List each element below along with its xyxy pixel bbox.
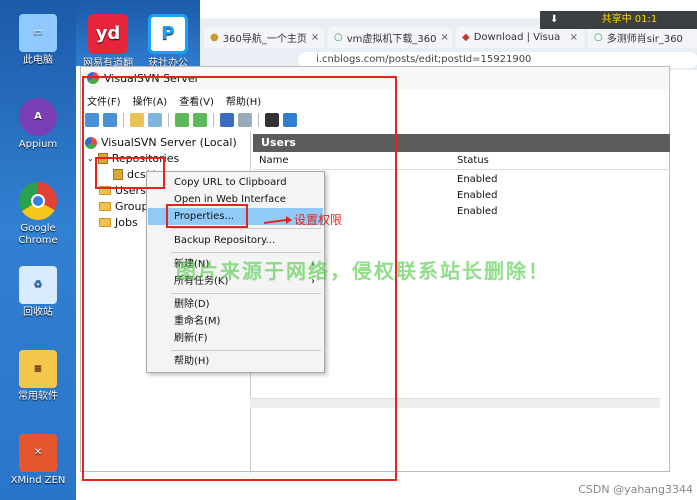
desktop-icon-label: 此电脑 [23,55,53,66]
column-header-status[interactable]: Status [457,155,489,166]
office-icon: P [148,14,188,54]
recycle-bin-icon: ♻ [19,266,57,304]
credit-text: CSDN @yahang3344 [578,483,693,496]
desktop-panel: ▭ 此电脑 A Appium Google Chrome ♻ 回收站 ≡ 常用软… [0,0,76,500]
tab-favicon-icon: ○ [594,31,603,43]
tab-label: vm虚拟机下载_360 [346,33,437,45]
desktop-icon-label: 常用软件 [18,391,58,402]
desktop-icon-xmind[interactable]: ✕ XMind ZEN [0,434,76,487]
row-status[interactable]: Enabled [457,206,497,217]
tab-favicon-icon: ◆ [462,31,470,43]
desktop-icon-appium[interactable]: A Appium [0,98,76,151]
row-status[interactable]: Enabled [457,190,497,201]
desktop-icon-label: 回收站 [23,307,53,318]
office-glyph: P [161,23,175,44]
desktop-icon-this-pc[interactable]: ▭ 此电脑 [0,14,76,67]
tab-close-icon[interactable]: × [570,32,578,43]
desktop-icon-recycle-bin[interactable]: ♻ 回收站 [0,266,76,319]
annotation-repo-box [95,157,165,189]
row-status[interactable]: Enabled [457,174,497,185]
browser-tab-360[interactable]: ● 360导航_一个主页 × [204,26,324,48]
browser-tab-vm[interactable]: ○ vm虚拟机下载_360 × [328,26,452,48]
download-icon[interactable]: ⬇ [550,14,558,25]
computer-icon: ▭ [19,14,57,52]
browser-tab-duoceshi[interactable]: ○ 多测师肖sir_360 [588,26,697,48]
folder-icon: ≡ [19,350,57,388]
annotation-properties-box [166,204,248,228]
desktop-icon-label: XMind ZEN [10,475,66,486]
browser-tab-visualsvn[interactable]: ◆ Download | Visua × [456,26,584,48]
chrome-icon [19,182,57,220]
tab-label: Download | Visua [473,31,561,43]
youdao-glyph: yd [95,23,121,44]
youdao-icon: yd [88,14,128,54]
desktop-icon-common-software[interactable]: ≡ 常用软件 [0,350,76,403]
annotation-text: 设置权限 [294,213,343,227]
tab-label: 多测师肖sir_360 [606,33,683,45]
tab-close-icon[interactable]: × [311,32,319,43]
appium-icon: A [19,98,57,136]
share-text: 共享中 01:1 [601,14,658,25]
xmind-icon: ✕ [19,434,57,472]
tab-favicon-icon: ○ [334,31,343,43]
annotation-arrow-icon [263,216,292,224]
share-indicator: ⬇ 共享中 01:1 [540,11,697,29]
desktop-icon-label: Google Chrome [18,223,58,246]
watermark-text: 图片来源于网络，侵权联系站长删除！ [176,259,550,283]
desktop-icon-chrome[interactable]: Google Chrome [0,182,76,247]
tab-close-icon[interactable]: × [440,32,448,43]
desktop-icon-label: Appium [18,139,58,150]
address-text: i.cnblogs.com/posts/edit;postId=15921900 [316,54,532,65]
tab-favicon-icon: ● [210,31,219,43]
desktop-icon-office[interactable]: P 获社办公 [140,14,196,70]
tab-label: 360导航_一个主页 [222,33,307,45]
